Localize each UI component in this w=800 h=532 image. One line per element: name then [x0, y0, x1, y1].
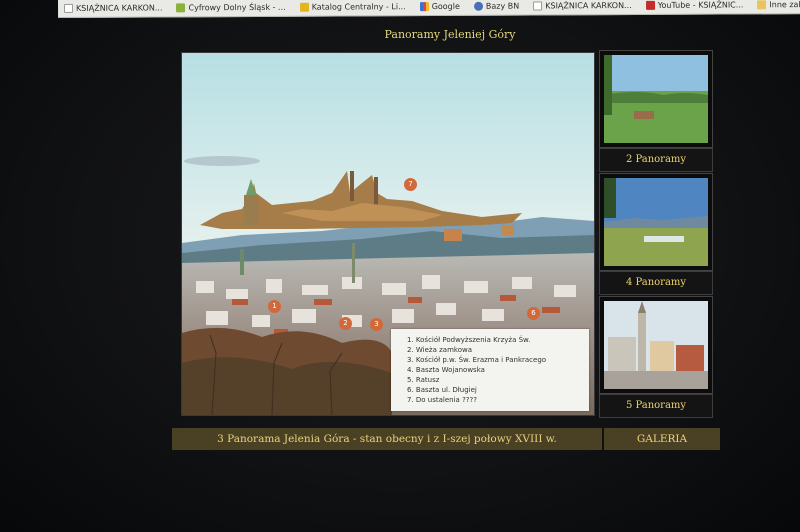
marker-7: 7: [404, 178, 417, 191]
page-icon: [533, 1, 543, 11]
thumbnail-2-panoramy[interactable]: [599, 50, 713, 148]
bookmark-katalog[interactable]: Katalog Centralny - Li...: [294, 0, 414, 16]
legend-item: 6. Baszta ul. Długiej: [407, 386, 477, 394]
marker-2: 2: [339, 317, 352, 330]
bookmarks-bar: KSIĄŻNICA KARKON... Cyfrowy Dolny Śląsk …: [58, 0, 800, 18]
bookmark-label: KSIĄŻNICA KARKON...: [545, 0, 632, 11]
marker-3: 3: [370, 318, 383, 331]
bookmark-label: Google: [431, 1, 460, 12]
page-icon: [64, 3, 74, 13]
thumbnail-4-panoramy[interactable]: [599, 173, 713, 271]
legend-item: 1. Kościół Podwyższenia Krzyża Św.: [407, 336, 531, 344]
thumbnail-label[interactable]: 4 Panoramy: [599, 271, 713, 295]
bookmark-cyfrowy[interactable]: Cyfrowy Dolny Śląsk - ...: [170, 0, 293, 16]
leaf-icon: [176, 3, 186, 13]
panorama-legend: 1. Kościół Podwyższenia Krzyża Św. 2. Wi…: [391, 329, 589, 411]
bookmark-google[interactable]: Google: [414, 0, 468, 15]
marker-6: 6: [527, 307, 540, 320]
bookmark-youtube[interactable]: YouTube - KSIĄŻNIC...: [640, 0, 752, 14]
legend-item: 2. Wieża zamkowa: [407, 346, 472, 354]
legend-item: 3. Kościół p.w. Św. Erazma i Pankracego: [407, 356, 547, 364]
page-title: Panoramy Jeleniej Góry: [384, 28, 516, 41]
star-icon: [473, 1, 483, 11]
bookmark-label: YouTube - KSIĄŻNIC...: [657, 0, 744, 10]
folder-icon: [757, 0, 767, 10]
legend-item: 4. Baszta Wojanowska: [407, 366, 485, 374]
bookmark-label: Cyfrowy Dolny Śląsk - ...: [188, 2, 286, 13]
thumbnail-image: [604, 301, 708, 389]
thumbnail-image: [604, 178, 708, 266]
panorama-caption: 3 Panorama Jelenia Góra - stan obecny i …: [172, 428, 602, 450]
bookmark-other[interactable]: Inne zak: [751, 0, 800, 13]
thumbnail-5-panoramy[interactable]: [599, 296, 713, 394]
marker-1: 1: [268, 300, 281, 313]
bookmark-bazy-bn[interactable]: Bazy BN: [468, 0, 527, 15]
gallery-link[interactable]: GALERIA: [604, 428, 720, 450]
youtube-icon: [645, 0, 655, 10]
thumbnail-label[interactable]: 2 Panoramy: [599, 148, 713, 172]
bookmark-ksiaznica-1[interactable]: KSIĄŻNICA KARKON...: [58, 0, 171, 17]
legend-item: 5. Ratusz: [407, 376, 440, 384]
thumbnail-image: [604, 55, 708, 143]
bookmark-label: Katalog Centralny - Li...: [311, 2, 406, 12]
legend-item: 7. Do ustalenia ????: [407, 396, 477, 404]
bookmark-ksiaznica-2[interactable]: KSIĄŻNICA KARKON...: [527, 0, 640, 15]
bookmark-label: Inne zak: [769, 0, 800, 10]
thumbnail-label[interactable]: 5 Panoramy: [599, 394, 713, 418]
catalog-icon: [299, 2, 309, 12]
bookmark-label: Bazy BN: [485, 1, 520, 11]
bookmark-label: KSIĄŻNICA KARKON...: [76, 3, 163, 13]
google-icon: [419, 2, 429, 12]
